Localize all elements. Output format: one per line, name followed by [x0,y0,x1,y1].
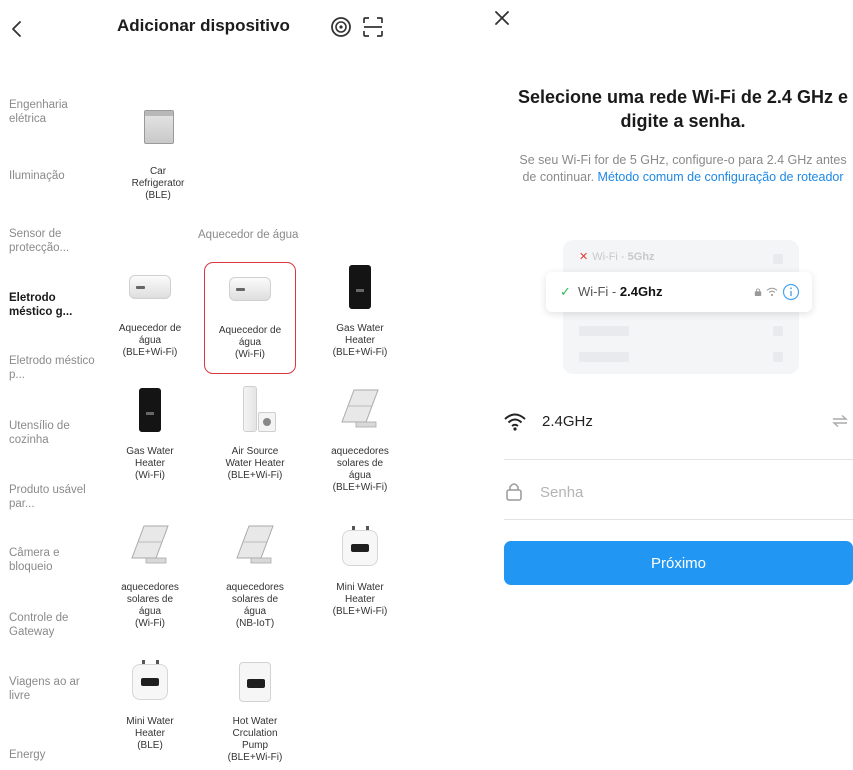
category-item[interactable]: Viagens ao ar livre [9,675,97,703]
category-item[interactable]: Energy [9,748,97,762]
wifi-5ghz-band: 5Ghz [627,251,655,263]
section-title: Aquecedor de água [198,229,299,241]
device-grid: Car Refrigerator (BLE) Aquecedor de água… [100,60,420,770]
gas-water-heater-icon [122,386,178,442]
device-solar-heater-nbiot[interactable]: aquecedores solares de água (NB-IoT) [209,522,301,630]
chevron-left-icon [12,21,21,37]
category-item[interactable]: Eletrodo méstico p... [9,354,97,382]
device-car-refrigerator[interactable]: Car Refrigerator (BLE) [112,106,204,202]
wifi-24ghz-item: ✓ Wi-Fi - 2.4Ghz [546,272,812,312]
device-label: Air Source Water Heater (BLE+Wi-Fi) [225,446,285,481]
placeholder-bar [773,254,783,264]
lock-icon [506,483,522,501]
device-water-heater-ble-wifi[interactable]: Aquecedor de água (BLE+Wi-Fi) [104,263,196,359]
check-icon: ✓ [560,284,571,299]
category-item[interactable]: Utensílio de cozinha [9,419,97,447]
device-water-heater-wifi-selected[interactable]: Aquecedor de água (Wi-Fi) [204,262,296,374]
device-label: aquecedores solares de água (Wi-Fi) [121,582,179,629]
password-row [504,470,853,520]
device-solar-heater-ble-wifi[interactable]: aquecedores solares de água (BLE+Wi-Fi) [314,386,406,494]
car-refrigerator-icon [130,106,186,162]
lock-icon [754,288,762,296]
category-item[interactable]: Engenharia elétrica [9,98,97,126]
solar-heater-icon [122,522,178,578]
back-button[interactable] [6,12,32,46]
device-air-source-water-heater[interactable]: Air Source Water Heater (BLE+Wi-Fi) [209,386,301,482]
page-title: Adicionar dispositivo [117,16,290,35]
wifi-icon [504,413,526,431]
category-item[interactable]: Câmera e bloqueio [9,546,97,574]
category-item[interactable]: Sensor de protecção... [9,227,97,255]
device-label: aquecedores solares de água (NB-IoT) [226,582,284,629]
next-button[interactable]: Próximo [504,541,853,585]
category-item-active[interactable]: Eletrodo méstico g... [9,291,97,319]
switch-network-icon[interactable] [831,414,849,428]
wifi-5ghz-prefix: Wi-Fi - [592,251,628,263]
circulation-pump-icon [227,656,283,712]
wifi-status-icons [754,281,800,303]
password-input[interactable] [540,476,830,508]
solar-heater-icon [332,386,388,442]
mini-water-heater-icon [122,656,178,712]
error-x-icon: ✕ [579,251,589,263]
page-title: Selecione uma rede Wi-Fi de 2.4 GHz e di… [518,87,848,131]
close-button[interactable] [492,8,512,28]
radar-scan-icon [331,17,351,37]
instructions-text: Se seu Wi-Fi for de 5 GHz, configure-o p… [513,152,853,186]
wifi-24ghz-band: 2.4Ghz [619,284,663,299]
network-selector[interactable]: 2.4GHz [504,400,853,460]
device-gas-water-heater-ble-wifi[interactable]: Gas Water Heater (BLE+Wi-Fi) [314,263,406,359]
placeholder-bar [773,352,783,362]
wifi-signal-icon [766,287,778,296]
wifi-5ghz-item: ✕ Wi-Fi - 5Ghz [579,250,655,263]
water-heater-tank-icon [222,265,278,321]
scan-qr-button[interactable] [362,16,384,38]
gas-water-heater-icon [332,263,388,319]
auto-scan-button[interactable] [330,16,352,38]
category-item[interactable]: Produto usável par... [9,483,97,511]
device-label: Mini Water Heater (BLE) [126,716,174,751]
router-config-link[interactable]: Método comum de configuração de roteador [598,170,844,184]
placeholder-bar [773,326,783,336]
add-device-screen: Adicionar dispositivo Engenharia elétric… [0,0,420,770]
close-icon [495,11,509,25]
top-bar: Adicionar dispositivo [0,0,420,60]
device-gas-water-heater-wifi[interactable]: Gas Water Heater (Wi-Fi) [104,386,196,482]
wifi-setup-screen: Selecione uma rede Wi-Fi de 2.4 GHz e di… [468,0,853,770]
info-icon [782,283,800,301]
placeholder-bar [579,326,629,336]
category-item[interactable]: Controle de Gateway [9,611,97,639]
device-mini-water-heater-ble-wifi[interactable]: Mini Water Heater (BLE+Wi-Fi) [314,522,406,618]
device-hot-water-circulation-pump[interactable]: Hot Water Crculation Pump (BLE+Wi-Fi) [209,656,301,764]
category-item[interactable]: Iluminação [9,169,97,183]
mini-water-heater-icon [332,522,388,578]
qr-scan-icon [363,17,383,37]
device-label: Mini Water Heater (BLE+Wi-Fi) [332,582,388,617]
wifi-24ghz-name: Wi-Fi - 2.4Ghz [578,284,663,299]
device-solar-heater-wifi[interactable]: aquecedores solares de água (Wi-Fi) [104,522,196,630]
device-label: Aquecedor de água (Wi-Fi) [218,325,282,360]
device-label: Hot Water Crculation Pump (BLE+Wi-Fi) [227,716,283,763]
air-source-heater-icon [227,386,283,442]
wifi-24ghz-prefix: Wi-Fi - [578,284,620,299]
device-label: Car Refrigerator (BLE) [131,166,185,201]
device-label: Gas Water Heater (BLE+Wi-Fi) [332,323,388,358]
device-label: Aquecedor de água (BLE+Wi-Fi) [118,323,182,358]
device-label: Gas Water Heater (Wi-Fi) [126,446,174,481]
network-name: 2.4GHz [542,413,593,430]
water-heater-tank-icon [122,263,178,319]
device-label: aquecedores solares de água (BLE+Wi-Fi) [331,446,389,493]
placeholder-bar [579,352,629,362]
solar-heater-icon [227,522,283,578]
device-mini-water-heater-ble[interactable]: Mini Water Heater (BLE) [104,656,196,752]
